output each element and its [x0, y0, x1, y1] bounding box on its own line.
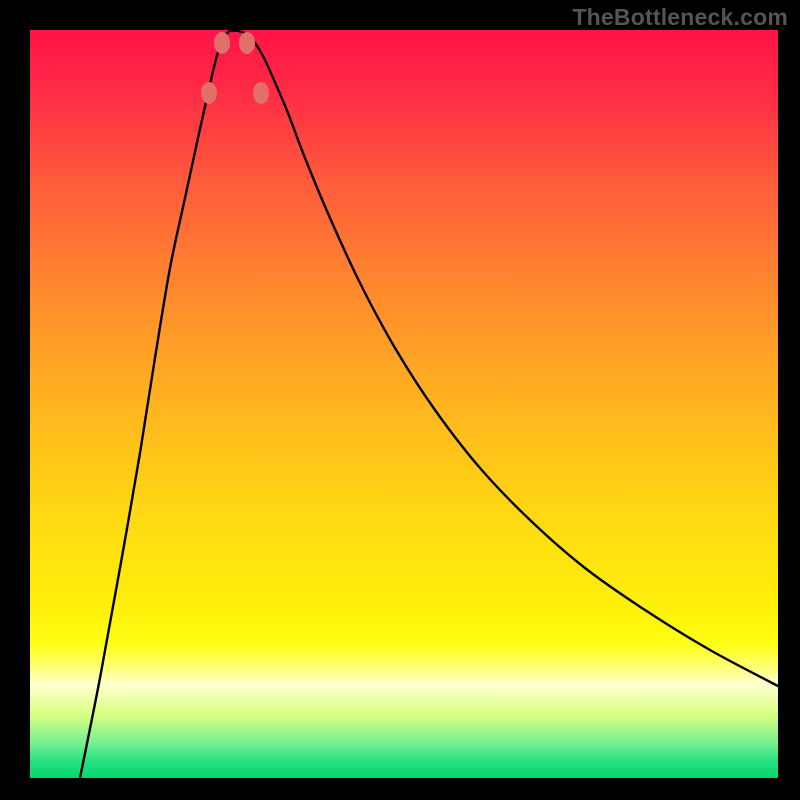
plot-svg: [30, 30, 778, 778]
gradient-background: [30, 30, 778, 778]
marker-right-bottom: [239, 32, 255, 54]
figure-container: TheBottleneck.com: [0, 0, 800, 800]
plot-area: [30, 30, 778, 778]
watermark-text: TheBottleneck.com: [572, 4, 788, 31]
marker-left-top: [201, 82, 217, 104]
marker-right-top: [253, 82, 269, 104]
marker-left-bottom: [214, 32, 230, 54]
